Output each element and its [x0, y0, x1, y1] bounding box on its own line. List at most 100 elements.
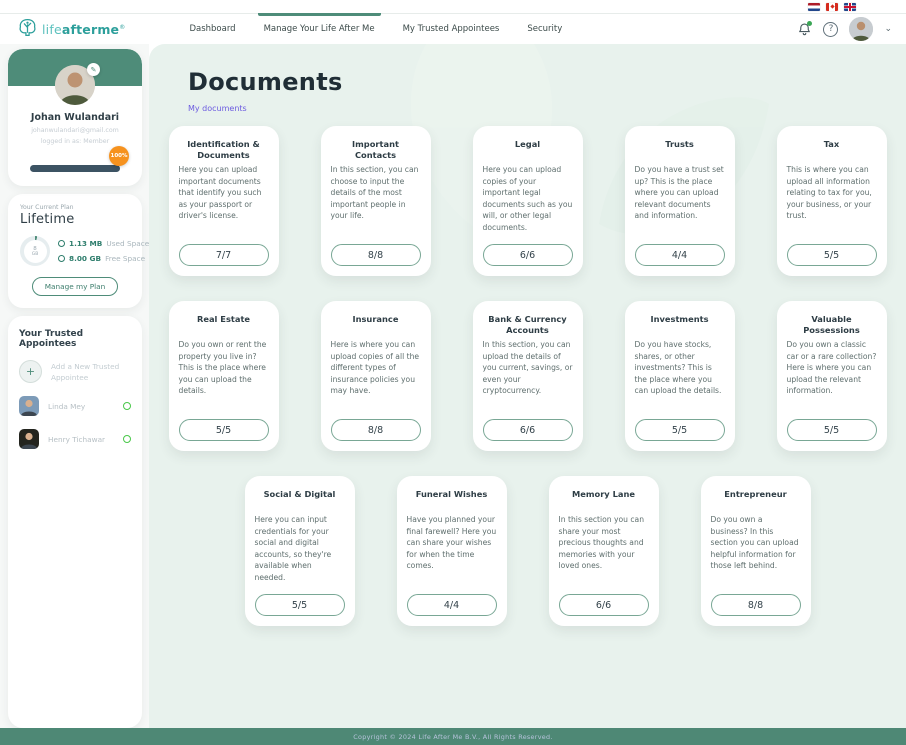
language-flags-bar: [0, 0, 906, 13]
document-category-card[interactable]: Insurance Here is where you can upload c…: [321, 301, 431, 451]
card-title: Entrepreneur: [711, 489, 801, 514]
card-count-pill: 4/4: [407, 594, 497, 616]
status-ring-icon: [123, 435, 131, 443]
appointee-row[interactable]: Linda Mey: [19, 396, 131, 416]
used-space-dot-icon: [58, 240, 65, 247]
card-count-pill: 5/5: [787, 419, 877, 441]
card-count-pill: 6/6: [483, 419, 573, 441]
card-description: In this section you can share your most …: [559, 514, 649, 572]
profile-role: logged in as: Member: [8, 138, 142, 145]
profile-card: ✎ Johan Wulandari johanwulandari@gmail.c…: [8, 49, 142, 186]
card-description: In this section, you can choose to input…: [331, 164, 421, 222]
document-category-card[interactable]: Trusts Do you have a trust set up? This …: [625, 126, 735, 276]
flag-canada-icon[interactable]: [826, 3, 838, 11]
document-category-card[interactable]: Entrepreneur Do you own a business? In t…: [701, 476, 811, 626]
document-category-card[interactable]: Valuable Possessions Do you own a classi…: [777, 301, 887, 451]
edit-profile-icon[interactable]: ✎: [87, 63, 100, 76]
document-category-card[interactable]: Tax This is where you can upload all inf…: [777, 126, 887, 276]
chevron-down-icon[interactable]: ⌄: [884, 24, 892, 34]
page: lifeafterme® Dashboard Manage Your Life …: [0, 0, 906, 745]
top-header: lifeafterme® Dashboard Manage Your Life …: [0, 13, 906, 44]
add-appointee-button[interactable]: + Add a New Trusted Appointee: [19, 360, 131, 383]
card-count-pill: 4/4: [635, 244, 725, 266]
plan-name: Lifetime: [20, 212, 130, 227]
document-category-card[interactable]: Investments Do you have stocks, shares, …: [625, 301, 735, 451]
appointee-avatar: [19, 429, 39, 449]
card-count-pill: 8/8: [331, 244, 421, 266]
card-description: Here is where you can upload copies of a…: [331, 339, 421, 397]
document-category-card[interactable]: Social & Digital Here you can input cred…: [245, 476, 355, 626]
profile-name: Johan Wulandari: [8, 112, 142, 123]
flag-netherlands-icon[interactable]: [808, 3, 820, 11]
card-description: Do you own a business? In this section y…: [711, 514, 801, 572]
free-space-dot-icon: [58, 255, 65, 262]
flag-uk-icon[interactable]: [844, 3, 856, 11]
document-category-card[interactable]: Memory Lane In this section you can shar…: [549, 476, 659, 626]
manage-plan-button[interactable]: Manage my Plan: [32, 277, 119, 296]
card-description: Do you have stocks, shares, or other inv…: [635, 339, 725, 397]
content-area: ✎ Johan Wulandari johanwulandari@gmail.c…: [0, 44, 906, 728]
nav-tab[interactable]: My Trusted Appointees: [403, 14, 500, 44]
document-category-card[interactable]: Important Contacts In this section, you …: [321, 126, 431, 276]
appointee-name: Henry Tichawar: [48, 435, 114, 444]
card-count-pill: 5/5: [255, 594, 345, 616]
appointee-row[interactable]: Henry Tichawar: [19, 429, 131, 449]
card-count-pill: 5/5: [179, 419, 269, 441]
header-actions: ? ⌄: [797, 17, 892, 41]
card-title: Investments: [635, 314, 725, 339]
nav-tab[interactable]: Security: [527, 14, 562, 44]
completion-badge: 100%: [109, 146, 129, 166]
document-category-card[interactable]: Identification & Documents Here you can …: [169, 126, 279, 276]
card-count-pill: 8/8: [331, 419, 421, 441]
appointees-title: Your Trusted Appointees: [19, 329, 131, 349]
main-nav: Dashboard Manage Your Life After Me My T…: [189, 14, 562, 44]
card-description: Do you own a classic car or a rare colle…: [787, 339, 877, 397]
appointee-name: Linda Mey: [48, 402, 114, 411]
storage-gauge: 8 GB: [20, 236, 50, 266]
profile-progress-bar: [30, 165, 120, 172]
card-title: Legal: [483, 139, 573, 164]
card-description: Here you can upload important documents …: [179, 164, 269, 222]
used-space-row: 1.13 MB Used Space: [58, 239, 149, 248]
card-title: Funeral Wishes: [407, 489, 497, 514]
free-space-row: 8.00 GB Free Space: [58, 254, 149, 263]
trusted-appointees-card: Your Trusted Appointees + Add a New Trus…: [8, 316, 142, 728]
card-description: Here you can upload copies of your impor…: [483, 164, 573, 233]
card-description: In this section, you can upload the deta…: [483, 339, 573, 397]
card-title: Valuable Possessions: [787, 314, 877, 339]
main-panel: Documents My documents Identification & …: [149, 44, 906, 728]
plan-card: Your Current Plan Lifetime 8 GB 1.13 MB: [8, 194, 142, 308]
document-category-card[interactable]: Bank & Currency Accounts In this section…: [473, 301, 583, 451]
card-title: Insurance: [331, 314, 421, 339]
card-count-pill: 5/5: [635, 419, 725, 441]
document-cards-grid: Identification & Documents Here you can …: [149, 115, 906, 626]
notifications-bell-icon[interactable]: [797, 21, 812, 37]
status-ring-icon: [123, 402, 131, 410]
tree-logo-icon: [17, 17, 38, 42]
card-count-pill: 6/6: [483, 244, 573, 266]
document-category-card[interactable]: Legal Here you can upload copies of your…: [473, 126, 583, 276]
user-avatar[interactable]: [849, 17, 873, 41]
card-title: Memory Lane: [559, 489, 649, 514]
card-title: Trusts: [635, 139, 725, 164]
card-description: Do you have a trust set up? This is the …: [635, 164, 725, 222]
card-count-pill: 6/6: [559, 594, 649, 616]
document-category-card[interactable]: Funeral Wishes Have you planned your fin…: [397, 476, 507, 626]
footer: Copyright © 2024 Life After Me B.V., All…: [0, 728, 906, 745]
sidebar: ✎ Johan Wulandari johanwulandari@gmail.c…: [0, 44, 149, 728]
help-icon[interactable]: ?: [823, 22, 838, 37]
brand-logo[interactable]: lifeafterme®: [17, 17, 125, 42]
card-title: Important Contacts: [331, 139, 421, 164]
plus-icon: +: [19, 360, 42, 383]
nav-tab[interactable]: Dashboard: [189, 14, 235, 44]
appointee-avatar: [19, 396, 39, 416]
card-description: Here you can input credentials for your …: [255, 514, 345, 583]
card-title: Tax: [787, 139, 877, 164]
plan-section-label: Your Current Plan: [20, 204, 130, 211]
my-documents-link[interactable]: My documents: [188, 104, 247, 113]
card-title: Identification & Documents: [179, 139, 269, 164]
card-description: Have you planned your final farewell? He…: [407, 514, 497, 572]
card-description: This is where you can upload all informa…: [787, 164, 877, 222]
nav-tab[interactable]: Manage Your Life After Me: [264, 14, 375, 44]
document-category-card[interactable]: Real Estate Do you own or rent the prope…: [169, 301, 279, 451]
